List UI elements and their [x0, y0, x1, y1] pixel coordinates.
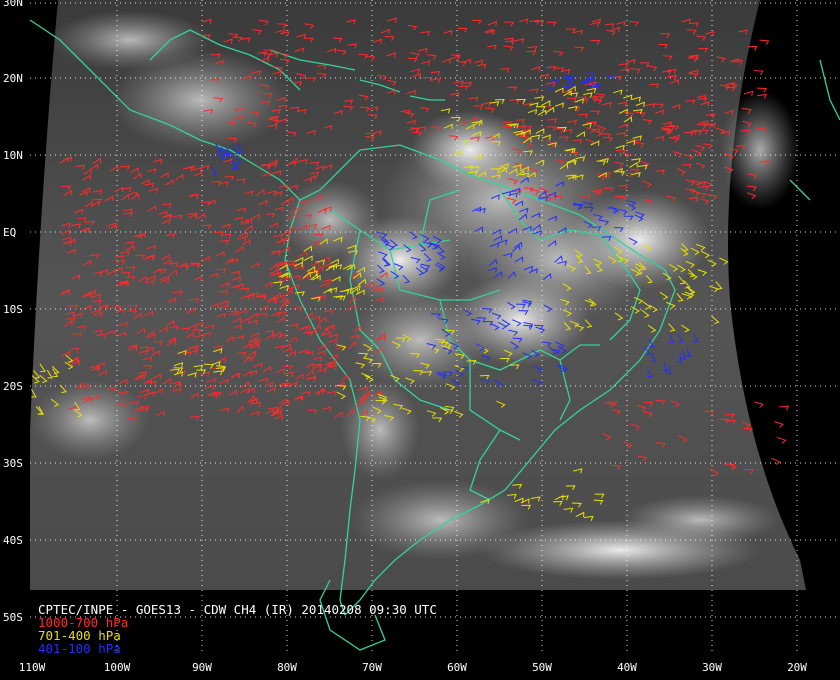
latitude-label-10s: 10S [3, 303, 23, 316]
longitude-label-60w: 60W [447, 661, 467, 674]
wind-barb [759, 39, 770, 45]
map-canvas [0, 0, 840, 680]
latitude-label-50s: 50S [3, 611, 23, 624]
legend-high-level: 401-100 hPa [38, 641, 121, 656]
latitude-label-30s: 30S [3, 457, 23, 470]
latitude-label-20s: 20S [3, 380, 23, 393]
longitude-label-110w: 110W [18, 661, 46, 674]
latitude-label-20n: 20N [3, 72, 23, 85]
wind-barb [776, 436, 787, 444]
wind-barb [779, 405, 790, 411]
latitude-label-eq: EQ [3, 226, 17, 239]
wind-barb [753, 70, 764, 76]
latitude-label-10n: 10N [3, 149, 23, 162]
longitude-label-30w: 30W [702, 661, 722, 674]
map-info-block: CPTEC/INPE - GOES13 - CDW CH4 (IR) 20140… [38, 603, 437, 655]
wind-barb [774, 421, 784, 428]
satellite-wind-map: 30N 20N 10N EQ 10S 20S 30S 40S 50S 110W … [0, 0, 840, 680]
latitude-label-30n: 30N [3, 0, 23, 9]
longitude-label-70w: 70W [362, 661, 382, 674]
longitude-label-50w: 50W [532, 661, 552, 674]
longitude-label-20w: 20W [787, 661, 807, 674]
latitude-label-40s: 40S [3, 534, 23, 547]
longitude-label-80w: 80W [277, 661, 297, 674]
longitude-label-40w: 40W [617, 661, 637, 674]
wind-barb [771, 457, 781, 465]
wind-barb [754, 401, 764, 408]
wind-barb [747, 45, 758, 51]
longitude-label-100w: 100W [103, 661, 131, 674]
longitude-label-90w: 90W [192, 661, 212, 674]
